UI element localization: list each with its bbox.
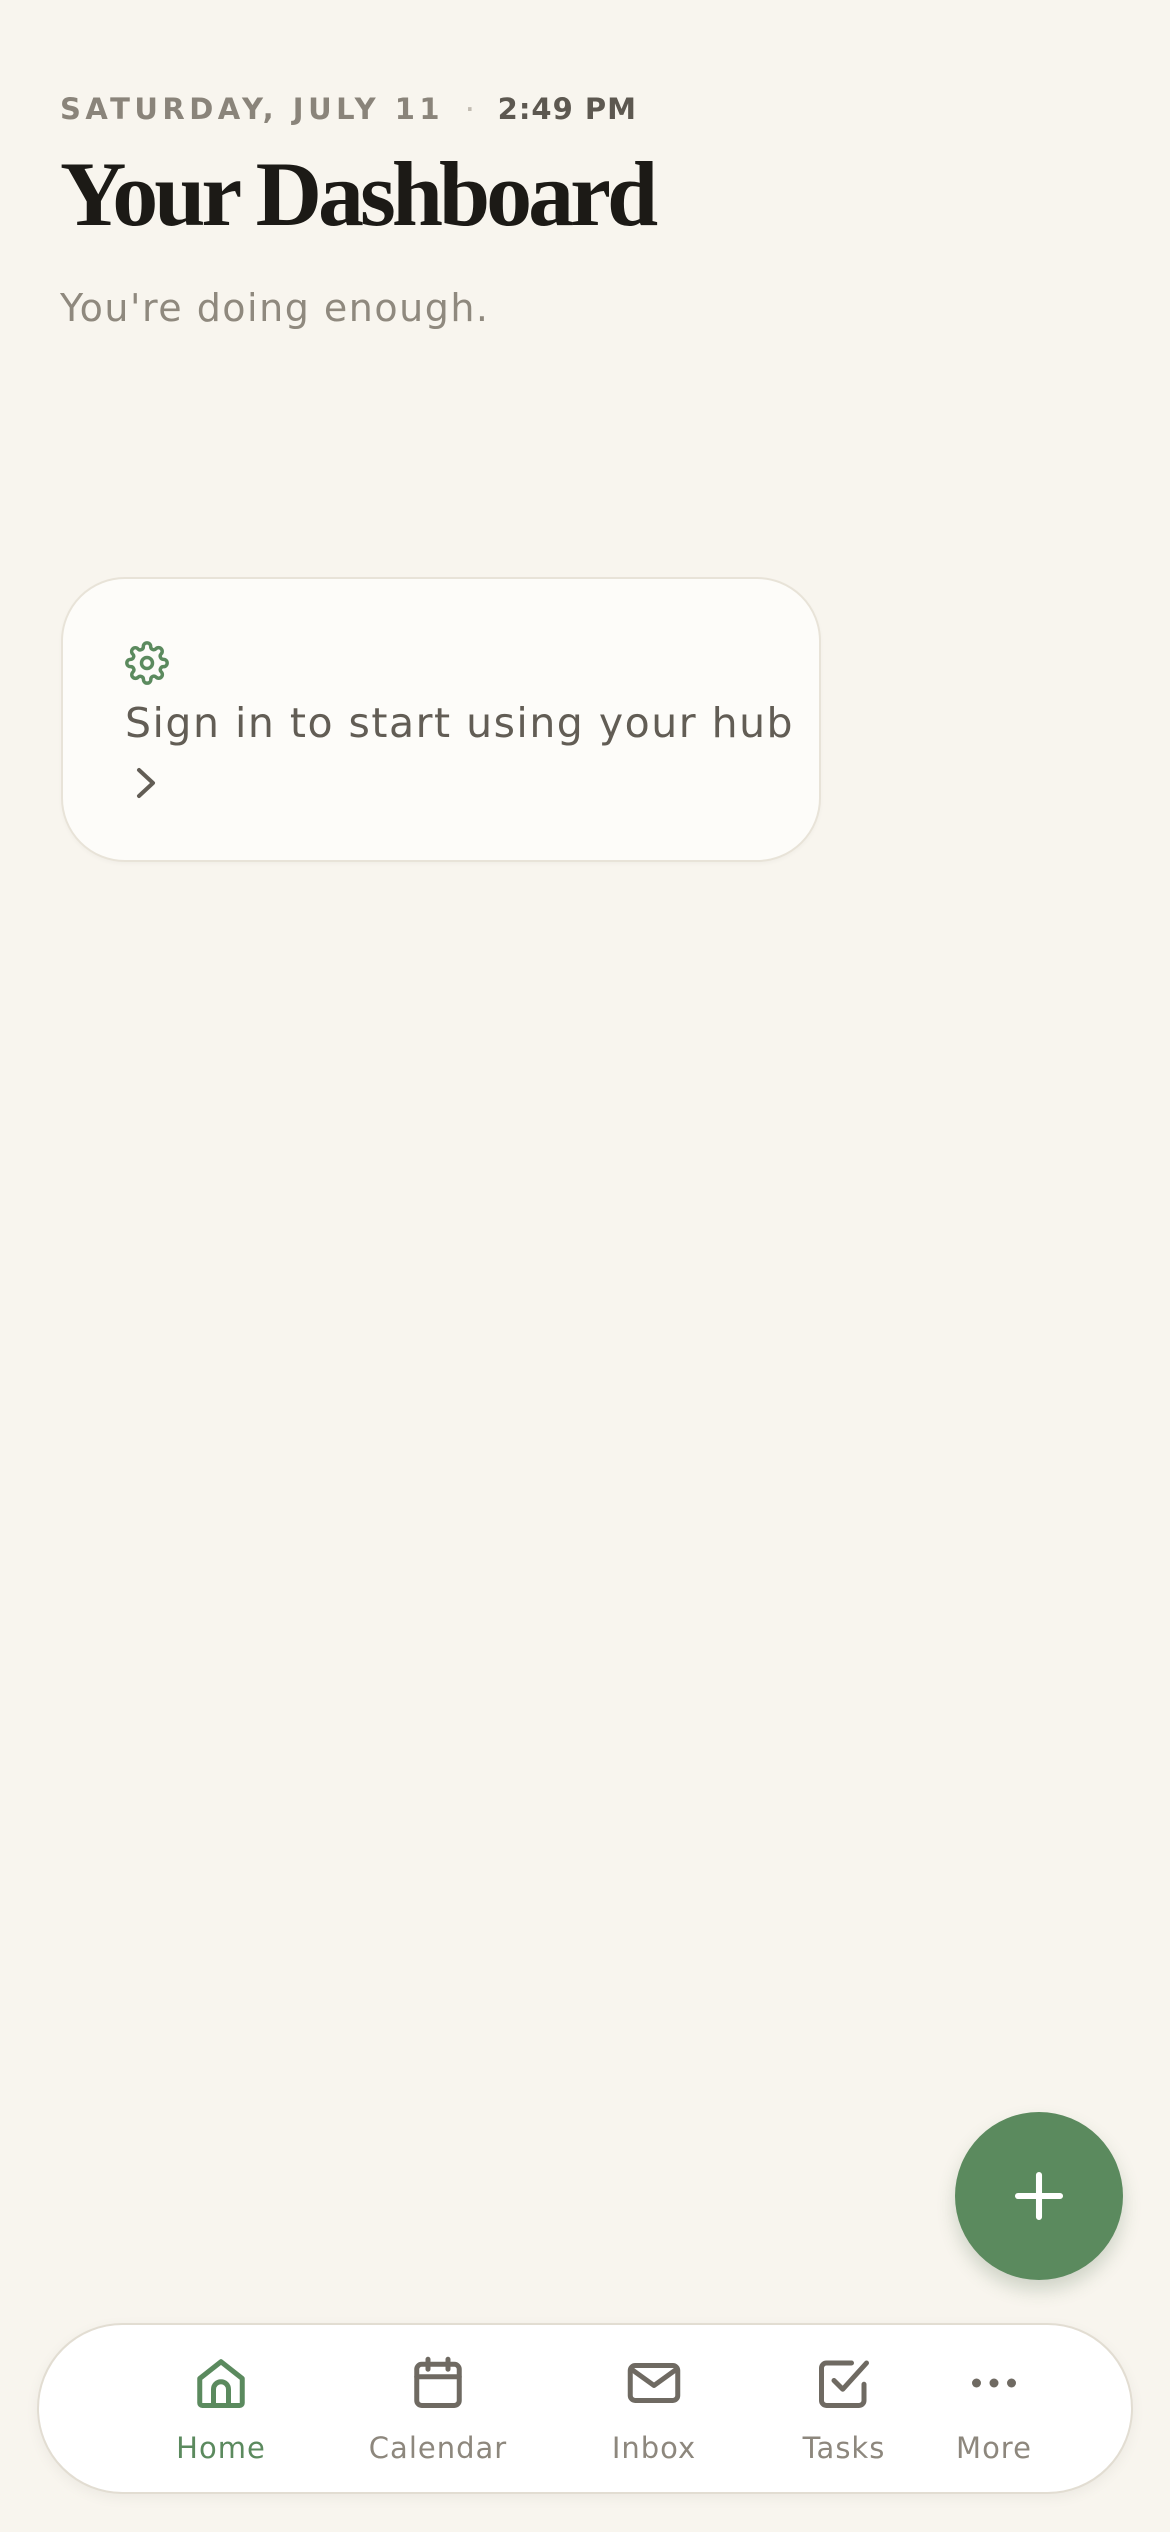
tab-more[interactable]: More [909, 2325, 1079, 2496]
tab-tasks-label: Tasks [802, 2431, 886, 2465]
tab-inbox[interactable]: Inbox [569, 2325, 739, 2496]
page-subtitle: You're doing enough. [60, 286, 490, 330]
chevron-right-icon [137, 768, 155, 798]
tab-tasks[interactable]: Tasks [759, 2325, 929, 2496]
date-label: SATURDAY, JULY 11 [60, 92, 445, 126]
tab-calendar[interactable]: Calendar [353, 2325, 523, 2496]
dateline: SATURDAY, JULY 11 · 2:49 PM [60, 92, 654, 126]
time-label: 2:49 PM [497, 92, 637, 126]
tab-home[interactable]: Home [136, 2325, 306, 2496]
header: SATURDAY, JULY 11 · 2:49 PM Your Dashboa… [60, 92, 658, 330]
gear-icon [125, 641, 169, 685]
tab-more-label: More [956, 2431, 1032, 2465]
more-dots-icon [972, 2378, 1016, 2388]
tab-calendar-label: Calendar [368, 2431, 508, 2465]
home-icon [197, 2359, 245, 2408]
mail-icon [627, 2363, 681, 2403]
tab-home-label: Home [176, 2431, 266, 2465]
calendar-icon [414, 2356, 462, 2408]
add-button[interactable] [955, 2112, 1123, 2280]
signin-card[interactable]: Sign in to start using your hub [61, 577, 821, 862]
dashboard-screen: SATURDAY, JULY 11 · 2:49 PM Your Dashboa… [0, 0, 1170, 2532]
page-title: Your Dashboard [60, 143, 658, 245]
bottom-tab-bar: Home Calendar Inbox Tasks More [37, 2323, 1133, 2494]
tab-inbox-label: Inbox [611, 2431, 697, 2465]
checkbox-icon [819, 2360, 869, 2408]
dateline-separator: · [466, 97, 474, 121]
signin-message: Sign in to start using your hub [125, 699, 795, 747]
plus-icon [1014, 2171, 1064, 2221]
